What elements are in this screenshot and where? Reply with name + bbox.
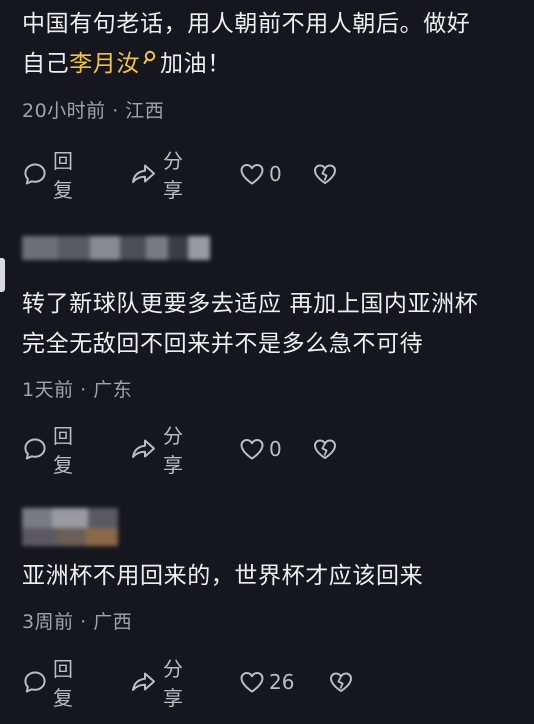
- comment-text-part: 加油！: [160, 51, 231, 77]
- blurred-username: [22, 236, 222, 262]
- reply-label: 回复: [53, 424, 73, 477]
- comment-text: 转了新球队更要多去适应 再加上国内亚洲杯 完全无敌回不回来并不是多么急不可待: [22, 284, 522, 364]
- share-icon: [130, 436, 158, 462]
- share-button[interactable]: 分享: [130, 149, 183, 202]
- comment-text-line: 亚洲杯不用回来的，世界杯才应该回来: [22, 563, 424, 589]
- broken-heart-icon: [312, 161, 338, 187]
- share-label: 分享: [163, 149, 183, 202]
- heart-icon: [238, 436, 266, 462]
- comment-bubble-icon: [22, 436, 48, 462]
- comment-text-line: 完全无敌回不回来并不是多么急不可待: [22, 331, 424, 357]
- comment-bubble-icon: [22, 161, 48, 187]
- share-icon: [130, 161, 158, 187]
- heart-icon: [238, 669, 266, 695]
- comment-text-line: 转了新球队更要多去适应 再加上国内亚洲杯: [22, 291, 479, 317]
- comment-text-line: 中国有句老话，用人朝前不用人朝后。做好: [22, 11, 471, 37]
- reply-button[interactable]: 回复: [22, 657, 73, 710]
- edge-mark: [0, 258, 5, 292]
- reply-button[interactable]: 回复: [22, 424, 73, 477]
- comment-text: 中国有句老话，用人朝前不用人朝后。做好 自己李月汝 加油！: [22, 4, 522, 87]
- like-button[interactable]: 0: [238, 159, 282, 189]
- blurred-username: [22, 508, 122, 548]
- like-button[interactable]: 26: [238, 667, 294, 697]
- mention-link[interactable]: 李月汝: [69, 51, 140, 77]
- search-icon[interactable]: [143, 44, 156, 87]
- comment-meta: 3周前 · 广西: [22, 611, 133, 633]
- like-button[interactable]: 0: [238, 434, 282, 464]
- comment-text-part: 自己: [22, 51, 70, 77]
- broken-heart-icon: [312, 436, 338, 462]
- dislike-button[interactable]: [328, 667, 354, 697]
- dislike-button[interactable]: [312, 434, 338, 464]
- heart-icon: [238, 161, 266, 187]
- share-button[interactable]: 分享: [130, 424, 183, 477]
- share-button[interactable]: 分享: [130, 657, 183, 710]
- comment-meta: 1天前 · 广东: [22, 379, 133, 401]
- dislike-button[interactable]: [312, 159, 338, 189]
- comment-bubble-icon: [22, 669, 48, 695]
- comment-meta: 20小时前 · 江西: [22, 100, 165, 122]
- reply-button[interactable]: 回复: [22, 149, 73, 202]
- comment-text-line: 自己李月汝 加油！: [22, 44, 522, 87]
- like-count: 0: [269, 162, 282, 186]
- broken-heart-icon: [328, 669, 354, 695]
- share-label: 分享: [163, 424, 183, 477]
- share-label: 分享: [163, 657, 183, 710]
- like-count: 0: [269, 437, 282, 461]
- reply-label: 回复: [53, 657, 73, 710]
- like-count: 26: [269, 670, 295, 694]
- share-icon: [130, 669, 158, 695]
- comment-text: 亚洲杯不用回来的，世界杯才应该回来: [22, 556, 522, 596]
- reply-label: 回复: [53, 149, 73, 202]
